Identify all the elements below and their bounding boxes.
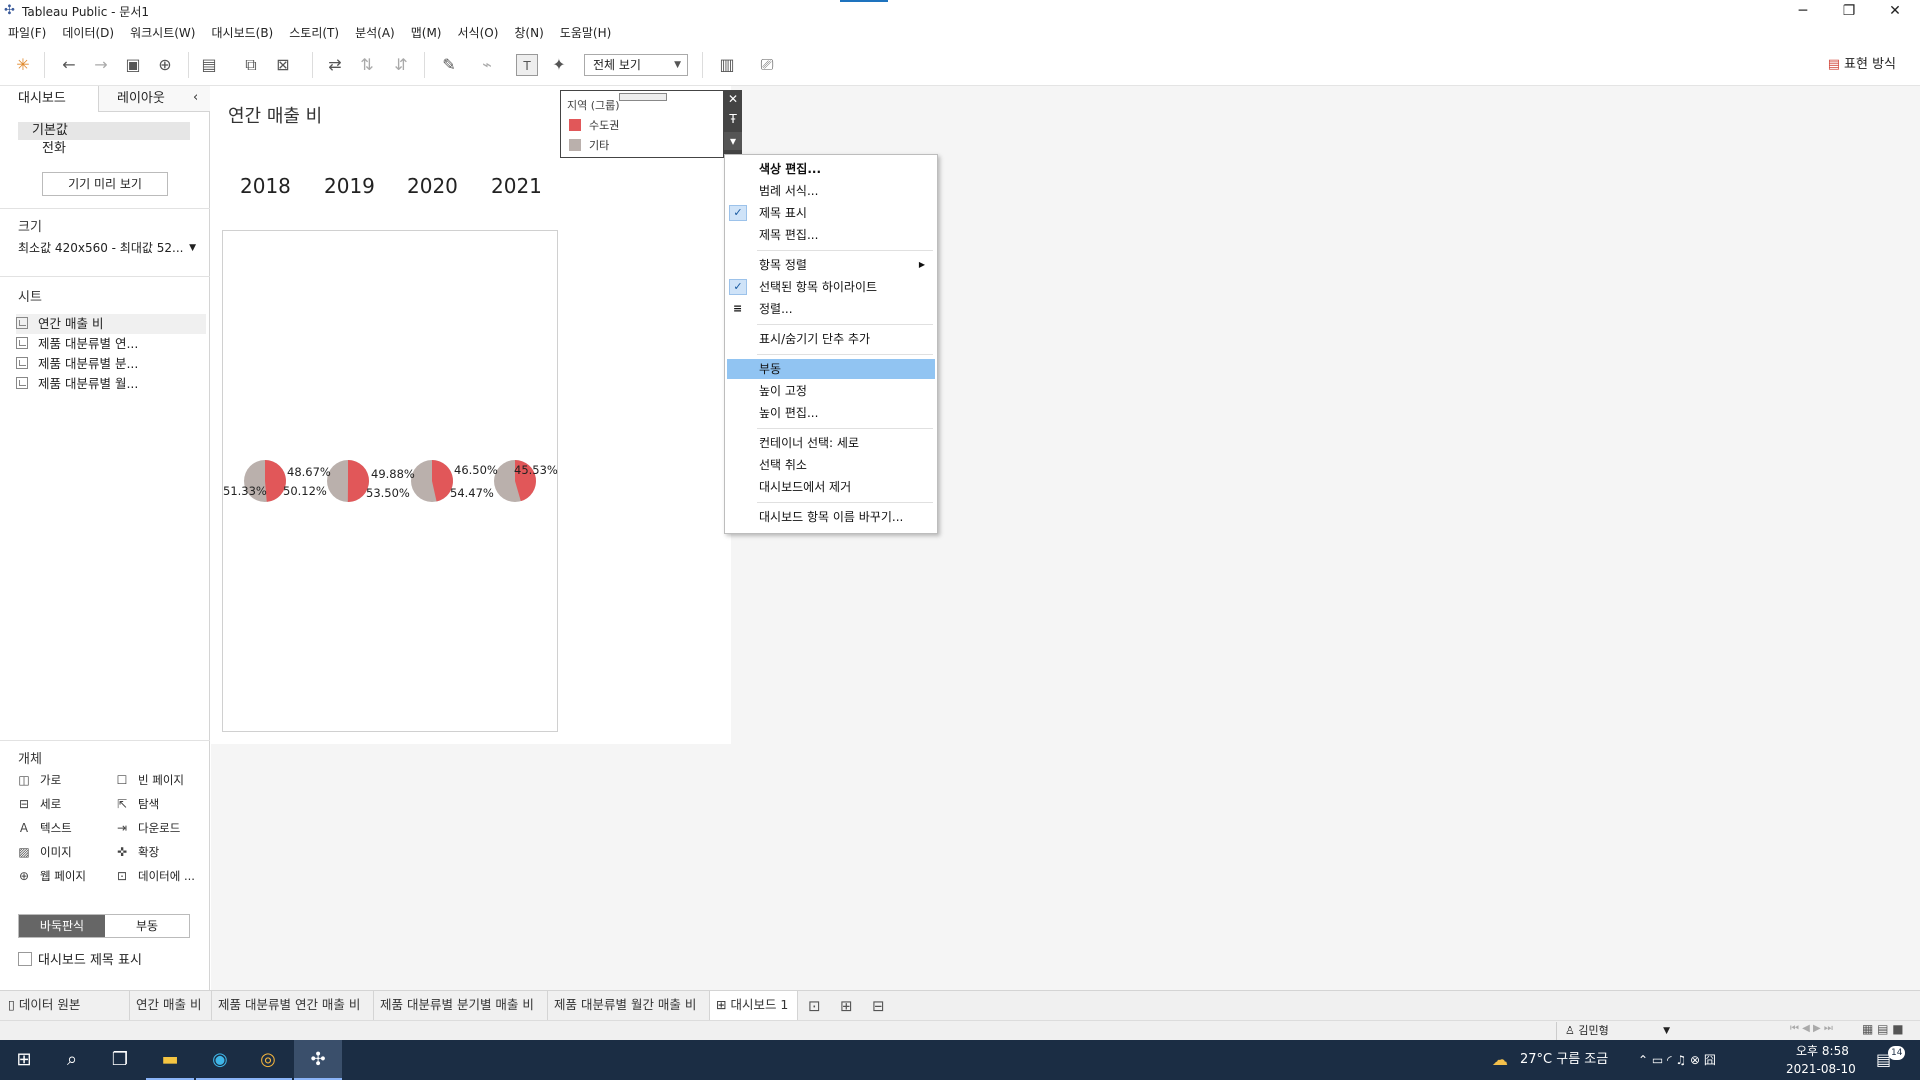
user-name: 김민형 xyxy=(1578,1024,1609,1037)
menu-item-select-container[interactable]: 컨테이너 선택: 세로 xyxy=(727,433,935,453)
notification-count: 14 xyxy=(1888,1046,1906,1060)
dropdown-arrow-icon: ▼ xyxy=(1663,1026,1670,1036)
menu-item-edit-height[interactable]: 높이 편집... xyxy=(727,403,935,423)
submenu-arrow-icon: ▶ xyxy=(918,260,925,269)
tab-label: 데이터 원본 xyxy=(18,997,81,1012)
legend-controls: ✕ Ŧ ▾ xyxy=(724,90,742,154)
color-legend[interactable]: 지역 (그룹) 수도권 기타 xyxy=(560,90,724,158)
menu-separator xyxy=(757,324,933,325)
menu-item-sort-items[interactable]: 항목 정렬 ▶ xyxy=(727,255,935,275)
chrome-browser-icon[interactable]: ◎ xyxy=(244,1040,292,1080)
menu-item-fix-height[interactable]: 높이 고정 xyxy=(727,381,935,401)
pie-label: 54.47% xyxy=(450,486,494,500)
menu-separator xyxy=(757,428,933,429)
menu-item-label: 제목 표시 xyxy=(759,206,807,220)
clock-time[interactable]: 오후 8:58 xyxy=(1796,1043,1849,1059)
database-icon: ▯ xyxy=(8,997,19,1012)
clock-date[interactable]: 2021-08-10 xyxy=(1786,1061,1856,1077)
new-dashboard-icon[interactable]: ⊞ xyxy=(840,997,853,1015)
new-worksheet-icon[interactable]: ⊡ xyxy=(808,997,821,1015)
tab-sheet[interactable]: 제품 대분류별 월간 매출 비 xyxy=(548,991,710,1020)
sort-icon: ≡ xyxy=(733,302,743,315)
menu-item-label: 항목 정렬 xyxy=(759,258,807,272)
pie-chart-svg xyxy=(244,460,537,502)
drag-handle[interactable] xyxy=(619,93,667,101)
tab-label: 대시보드 1 xyxy=(730,997,789,1012)
legend-title: 지역 (그룹) xyxy=(567,99,620,112)
menu-item-rename-dashboard-item[interactable]: 대시보드 항목 이름 바꾸기... xyxy=(727,507,935,527)
windows-start-icon[interactable]: ⊞ xyxy=(0,1040,48,1080)
pie-label: 53.50% xyxy=(366,486,410,500)
file-explorer-icon[interactable]: ▬ xyxy=(146,1040,194,1080)
new-story-icon[interactable]: ⊟ xyxy=(872,997,885,1015)
menu-item-format-legends[interactable]: 범례 서식... xyxy=(727,181,935,201)
pie-label: 50.12% xyxy=(283,484,327,498)
pie-label: 48.67% xyxy=(287,465,331,479)
weather-icon[interactable]: ☁ xyxy=(1492,1040,1508,1080)
menu-separator xyxy=(757,354,933,355)
legend-item[interactable]: 수도권 xyxy=(569,117,619,133)
windows-taskbar: ⊞ ⌕ ❐ ▬ ◉ ◎ ✣ ☁ 27°C 구름 조금 ⌃ ▭ ◜ ♫ ⊗ 囧 오… xyxy=(0,1040,1920,1080)
menu-item-deselect[interactable]: 선택 취소 xyxy=(727,455,935,475)
menu-item-sort[interactable]: ≡ 정렬... xyxy=(727,299,935,319)
weather-text[interactable]: 27°C 구름 조금 xyxy=(1520,1040,1608,1080)
legend-item-label: 수도권 xyxy=(589,119,620,132)
pie-label: 51.33% xyxy=(223,484,267,498)
legend-item-label: 기타 xyxy=(589,139,610,152)
status-bar: ♙ 김민형 ▼ ⏮ ◀ ▶ ⏭ ▦ ▤ ■ xyxy=(0,1020,1920,1040)
check-icon: ✓ xyxy=(729,205,747,221)
dashboard-icon: ⊞ xyxy=(716,997,731,1012)
tab-sheet[interactable]: 제품 대분류별 분기별 매출 비 xyxy=(374,991,548,1020)
menu-item-add-show-hide-button[interactable]: 표시/숨기기 단추 추가 xyxy=(727,329,935,349)
page-navigation-icon[interactable]: ⏮ ◀ ▶ ⏭ xyxy=(1790,1023,1833,1034)
tab-sheet[interactable]: 제품 대분류별 연간 매출 비 xyxy=(212,991,374,1020)
edge-browser-icon[interactable]: ◉ xyxy=(196,1040,244,1080)
menu-item-label: 선택된 항목 하이라이트 xyxy=(759,280,878,294)
menu-separator xyxy=(757,502,933,503)
menu-item-label: 정렬... xyxy=(759,302,793,316)
menu-separator xyxy=(757,250,933,251)
menu-item-highlight-selected[interactable]: ✓ 선택된 항목 하이라이트 xyxy=(727,277,935,297)
tab-sheet[interactable]: 연간 매출 비 xyxy=(130,991,212,1020)
user-menu[interactable]: ♙ 김민형 ▼ xyxy=(1556,1022,1676,1040)
view-mode-icon[interactable]: ▦ ▤ ■ xyxy=(1862,1022,1904,1036)
legend-swatch xyxy=(569,119,581,131)
menu-item-edit-colors[interactable]: 색상 편집... xyxy=(727,159,935,179)
sheet-tabs-bar: ▯ 데이터 원본 연간 매출 비 제품 대분류별 연간 매출 비 제품 대분류별… xyxy=(0,990,1920,1020)
menu-item-remove-from-dashboard[interactable]: 대시보드에서 제거 xyxy=(727,477,935,497)
check-icon: ✓ xyxy=(729,279,747,295)
more-options-icon[interactable]: ▾ xyxy=(724,132,742,150)
pie-label: 46.50% xyxy=(454,463,498,477)
system-tray-icons[interactable]: ⌃ ▭ ◜ ♫ ⊗ 囧 xyxy=(1638,1040,1716,1080)
notifications-icon[interactable]: ▤ xyxy=(1876,1040,1891,1080)
user-icon: ♙ xyxy=(1565,1024,1579,1037)
legend-item[interactable]: 기타 xyxy=(569,137,609,153)
tab-data-source[interactable]: ▯ 데이터 원본 xyxy=(0,991,130,1020)
legend-context-menu: 색상 편집... 범례 서식... ✓ 제목 표시 제목 편집... 항목 정렬 ▶… xyxy=(724,154,938,534)
legend-swatch xyxy=(569,139,581,151)
pie-label: 45.53% xyxy=(514,463,558,477)
tableau-taskbar-icon[interactable]: ✣ xyxy=(294,1040,342,1080)
menu-item-floating[interactable]: 부동 xyxy=(727,359,935,379)
tab-dashboard-1[interactable]: ⊞ 대시보드 1 xyxy=(710,991,798,1020)
menu-item-show-title[interactable]: ✓ 제목 표시 xyxy=(727,203,935,223)
pie-label: 49.88% xyxy=(371,467,415,481)
search-icon[interactable]: ⌕ xyxy=(48,1040,96,1080)
pin-icon[interactable]: Ŧ xyxy=(724,110,742,128)
close-icon[interactable]: ✕ xyxy=(724,90,742,108)
task-view-icon[interactable]: ❐ xyxy=(96,1040,144,1080)
menu-item-edit-title[interactable]: 제목 편집... xyxy=(727,225,935,245)
